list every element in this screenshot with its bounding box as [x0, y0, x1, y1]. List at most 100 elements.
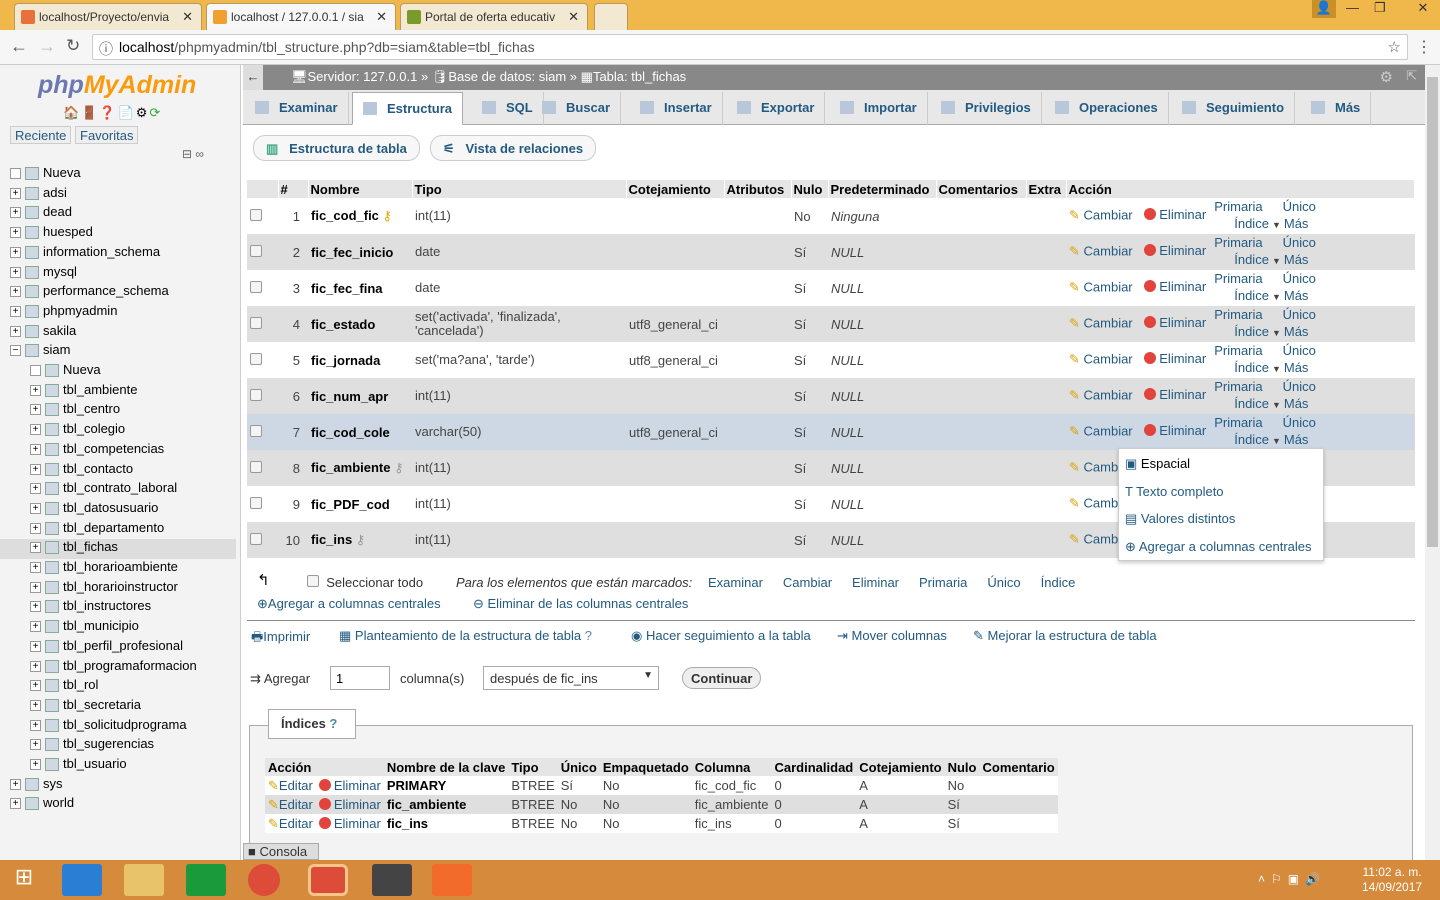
- expand-icon[interactable]: +: [30, 384, 41, 396]
- back-icon[interactable]: ←: [10, 36, 28, 57]
- browser-tab[interactable]: Portal de oferta educativ ✕: [400, 3, 588, 30]
- chrome-active-icon[interactable]: [308, 864, 348, 896]
- sidebar-db-information_schema[interactable]: + information_schema: [0, 244, 236, 264]
- windows-start-icon[interactable]: ⊞: [4, 864, 44, 896]
- sidebar-db-world[interactable]: + world: [0, 795, 236, 815]
- drop-index-link[interactable]: Eliminar: [318, 797, 381, 812]
- url-input[interactable]: ⓘ localhost/phpmyadmin/tbl_structure.php?…: [92, 34, 1408, 60]
- collapse-icon[interactable]: ⇱: [1406, 68, 1417, 84]
- primary-link[interactable]: Primaria: [1214, 379, 1262, 394]
- bulk-índice[interactable]: Índice: [1041, 575, 1076, 590]
- home-icon[interactable]: 🏠: [63, 105, 81, 120]
- menu-icon[interactable]: ⋮: [1416, 37, 1432, 57]
- expand-icon[interactable]: +: [30, 424, 41, 436]
- sublime-icon[interactable]: [372, 864, 412, 896]
- subtab-relation-view[interactable]: ⚟ Vista de relaciones: [430, 135, 597, 161]
- change-link[interactable]: ✎ Cambiar: [1069, 351, 1133, 366]
- unique-link[interactable]: Único: [1283, 415, 1316, 430]
- sidebar-db-sys[interactable]: + sys: [0, 776, 236, 796]
- sidebar-table-tbl_departamento[interactable]: + tbl_departamento: [0, 520, 236, 540]
- primary-link[interactable]: Primaria: [1214, 343, 1262, 358]
- tab-examinar[interactable]: Examinar: [245, 92, 349, 125]
- primary-link[interactable]: Primaria: [1214, 307, 1262, 322]
- expand-icon[interactable]: +: [30, 660, 41, 672]
- sidebar-table-Nueva[interactable]: Nueva: [0, 362, 236, 382]
- primary-link[interactable]: Primaria: [1214, 199, 1262, 214]
- expand-icon[interactable]: +: [30, 443, 41, 455]
- expand-icon[interactable]: +: [10, 325, 21, 337]
- index-link[interactable]: Índice: [1234, 396, 1269, 411]
- table-row[interactable]: 7 fic_cod_cole varchar(50) utf8_general_ci S…: [247, 414, 1415, 450]
- more-link[interactable]: Más: [1284, 216, 1309, 231]
- unique-link[interactable]: Único: [1283, 307, 1316, 322]
- edit-index-link[interactable]: ✎Editar: [268, 816, 313, 831]
- sidebar-table-tbl_usuario[interactable]: + tbl_usuario: [0, 756, 236, 776]
- drop-link[interactable]: Eliminar: [1144, 279, 1206, 294]
- row-checkbox[interactable]: [250, 424, 262, 437]
- expand-icon[interactable]: +: [10, 266, 21, 278]
- sidebar-table-tbl_programaformacion[interactable]: + tbl_programaformacion: [0, 658, 236, 678]
- row-checkbox[interactable]: [250, 532, 262, 545]
- close-window-button[interactable]: ✕: [1406, 0, 1440, 16]
- scrollbar-thumb[interactable]: [1427, 77, 1438, 547]
- settings-icon[interactable]: ⚙: [136, 105, 150, 120]
- table-row[interactable]: 2 fic_fec_inicio date Sí NULL ✎ Cambiar Elimi…: [247, 234, 1415, 270]
- expand-icon[interactable]: +: [30, 680, 41, 692]
- sidebar-db-adsi[interactable]: + adsi: [0, 185, 236, 205]
- sidebar-db-sakila[interactable]: + sakila: [0, 323, 236, 343]
- reload-icon[interactable]: ↻: [66, 36, 80, 56]
- menu-item-add-central[interactable]: ⊕ Agregar a columnas centrales: [1125, 539, 1312, 555]
- expand-icon[interactable]: +: [10, 207, 21, 219]
- minimize-button[interactable]: —: [1346, 0, 1359, 15]
- sidebar-table-tbl_horarioinstructor[interactable]: + tbl_horarioinstructor: [0, 579, 236, 599]
- bulk-examinar[interactable]: Examinar: [708, 575, 763, 590]
- expand-icon[interactable]: +: [30, 483, 41, 495]
- tab-operaciones[interactable]: Operaciones: [1045, 92, 1169, 125]
- select-all[interactable]: Seleccionar todo: [307, 575, 423, 590]
- index-link[interactable]: Índice: [1234, 252, 1269, 267]
- propose-structure-link[interactable]: ▦ Planteamiento de la estructura de tabl…: [339, 628, 592, 644]
- tab-privilegios[interactable]: Privilegios: [931, 92, 1042, 125]
- collapse-nav-icon[interactable]: ←: [243, 65, 263, 90]
- maximize-button[interactable]: ❐: [1374, 0, 1386, 16]
- bulk-eliminar[interactable]: Eliminar: [852, 575, 899, 590]
- tab-seguimiento[interactable]: Seguimiento: [1172, 92, 1296, 125]
- track-table-link[interactable]: ◉ Hacer seguimiento a la tabla: [631, 628, 811, 644]
- edit-index-link[interactable]: ✎Editar: [268, 797, 313, 812]
- sidebar-table-tbl_perfil_profesional[interactable]: + tbl_perfil_profesional: [0, 638, 236, 658]
- expand-icon[interactable]: +: [10, 778, 21, 790]
- table-row[interactable]: 1 fic_cod_fic ⚷ int(11) No Ninguna ✎ Cambiar …: [247, 198, 1415, 234]
- tray-icons[interactable]: ˄⚐▣🔊: [1258, 872, 1326, 886]
- sidebar-db-phpmyadmin[interactable]: + phpmyadmin: [0, 303, 236, 323]
- console-tab[interactable]: ■ Consola: [243, 843, 319, 860]
- recent-button[interactable]: Reciente: [10, 126, 72, 144]
- expand-icon[interactable]: +: [10, 798, 21, 810]
- xampp-icon[interactable]: [432, 864, 472, 896]
- print-link[interactable]: 🖶Imprimir: [251, 628, 310, 650]
- row-checkbox[interactable]: [250, 280, 262, 293]
- new-icon[interactable]: [30, 365, 41, 377]
- sidebar-db-siam[interactable]: − siam: [0, 342, 236, 362]
- help-icon[interactable]: ?: [585, 628, 592, 643]
- expand-icon[interactable]: +: [30, 542, 41, 554]
- tab-más[interactable]: Más: [1301, 92, 1372, 125]
- settings-icon[interactable]: ⚙: [1380, 68, 1393, 86]
- help-icon[interactable]: ?: [329, 716, 337, 731]
- bulk-primaria[interactable]: Primaria: [919, 575, 967, 590]
- drop-index-link[interactable]: Eliminar: [318, 816, 381, 831]
- menu-item-fulltext[interactable]: T Texto completo: [1125, 484, 1224, 499]
- drop-link[interactable]: Eliminar: [1144, 387, 1206, 402]
- column-count-input[interactable]: [330, 666, 390, 690]
- table-row[interactable]: 3 fic_fec_fina date Sí NULL ✎ Cambiar Elimina…: [247, 270, 1415, 306]
- more-link[interactable]: Más: [1284, 360, 1309, 375]
- expand-icon[interactable]: +: [10, 305, 21, 317]
- more-link[interactable]: Más: [1284, 396, 1309, 411]
- sidebar-table-tbl_datosusuario[interactable]: + tbl_datosusuario: [0, 500, 236, 520]
- menu-item-spatial[interactable]: ▣ Espacial: [1125, 456, 1190, 472]
- expand-icon[interactable]: −: [10, 345, 21, 357]
- table-row[interactable]: 4 fic_estado set('activada', 'finalizada',…: [247, 306, 1415, 342]
- more-link[interactable]: Más: [1284, 432, 1309, 447]
- sidebar-table-tbl_instructores[interactable]: + tbl_instructores: [0, 598, 236, 618]
- change-link[interactable]: ✎ Cambiar: [1069, 279, 1133, 294]
- user-icon[interactable]: 👤: [1312, 0, 1336, 18]
